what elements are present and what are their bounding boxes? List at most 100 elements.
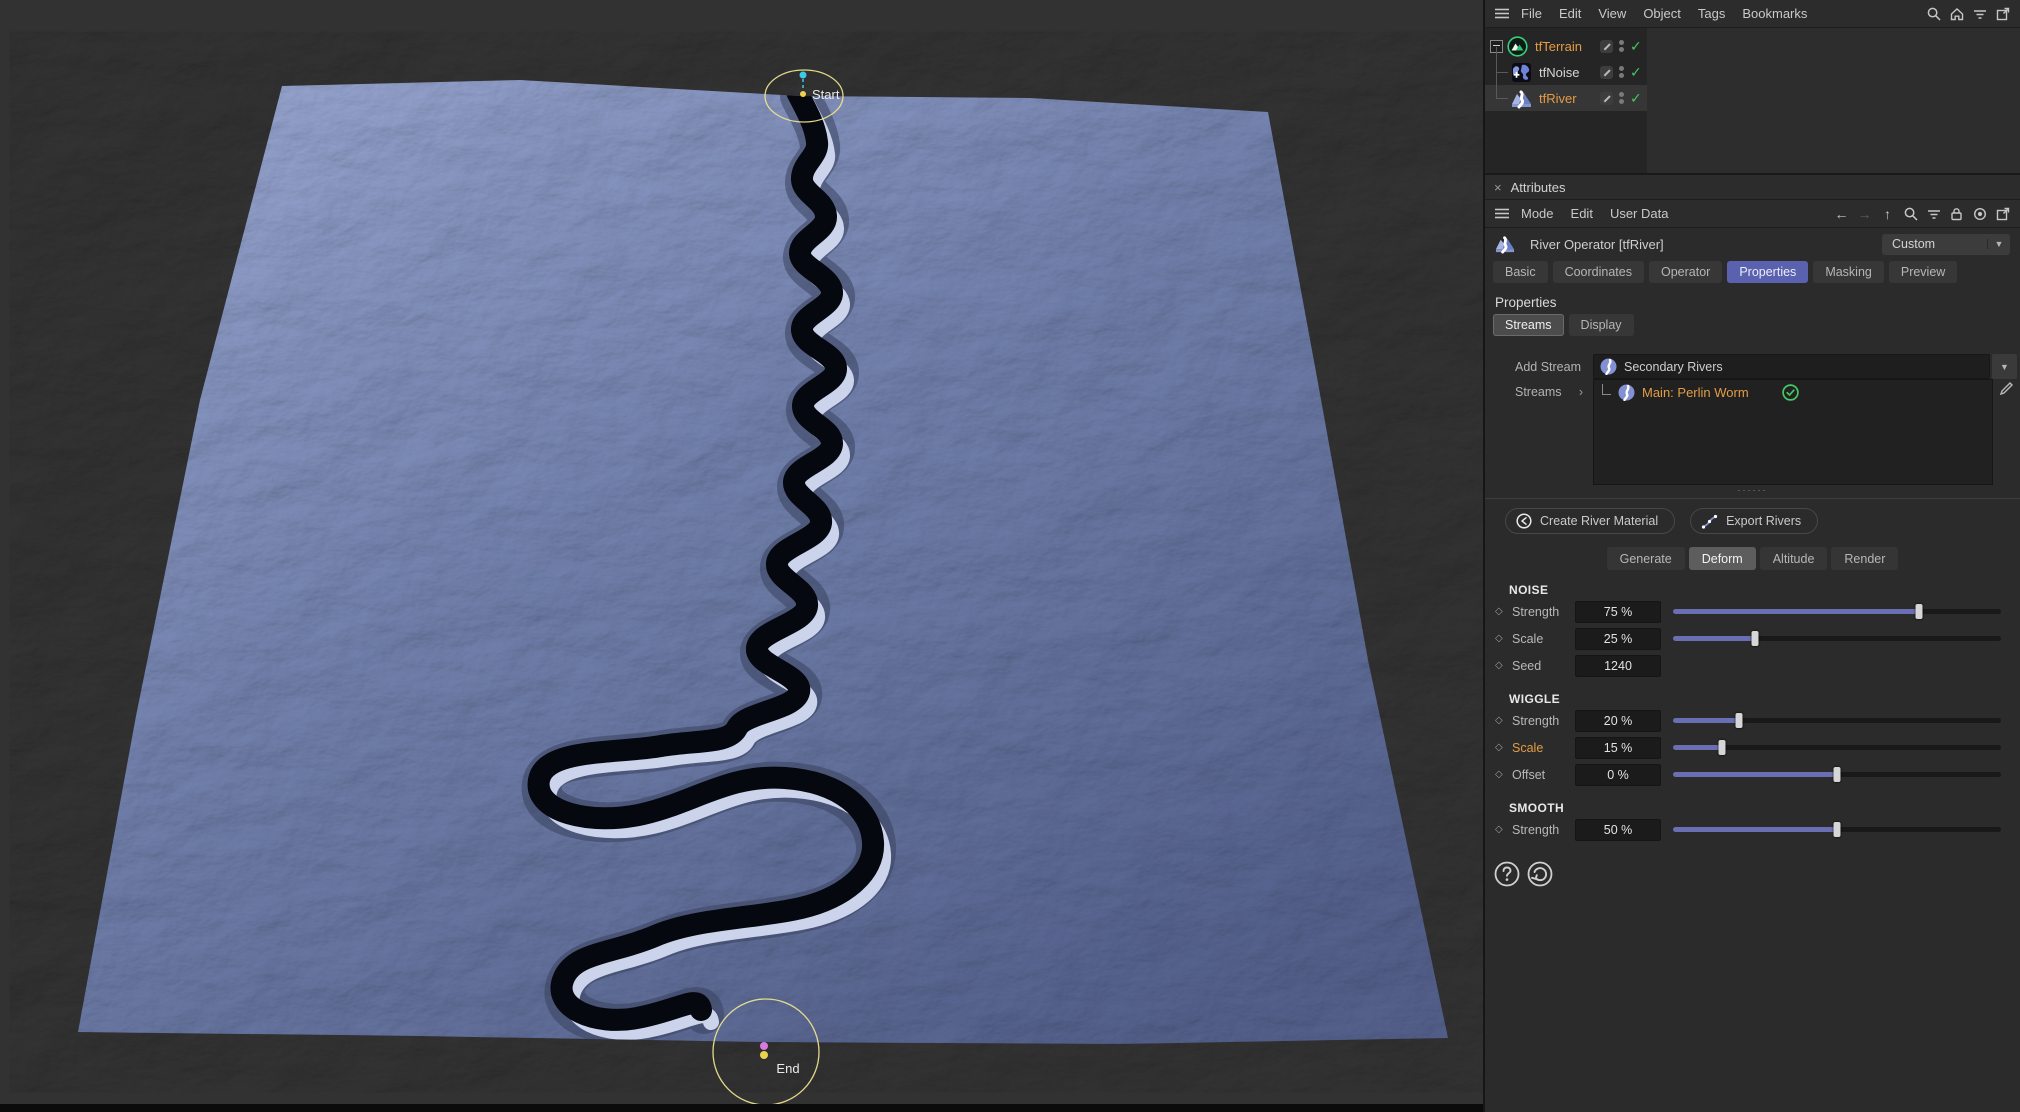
add-stream-row: Add Stream Secondary Rivers ▼: [1485, 354, 2020, 379]
menu-item[interactable]: File: [1521, 6, 1542, 21]
3d-viewport[interactable]: Start End: [0, 0, 1483, 1112]
object-name[interactable]: tfRiver: [1539, 91, 1577, 106]
parameter-value-field[interactable]: 25 %: [1575, 628, 1661, 650]
object-name[interactable]: tfNoise: [1539, 65, 1579, 80]
pick-pen-icon[interactable]: [1999, 381, 2014, 399]
target-icon[interactable]: [1972, 206, 1987, 221]
enabled-check-icon[interactable]: ✓: [1630, 39, 1642, 53]
edit-toggle-icon[interactable]: [1600, 66, 1613, 79]
parameter-value-field[interactable]: 20 %: [1575, 710, 1661, 732]
parameter-slider[interactable]: [1673, 740, 2001, 756]
keyframe-diamond-icon[interactable]: ◇: [1495, 606, 1512, 617]
slider-handle[interactable]: [1719, 740, 1726, 755]
menu-item[interactable]: Edit: [1559, 6, 1581, 21]
mode-tab[interactable]: Altitude: [1760, 547, 1828, 570]
home-icon[interactable]: [1949, 6, 1964, 21]
parameter-value-field[interactable]: 15 %: [1575, 737, 1661, 759]
menu-item[interactable]: Edit: [1571, 206, 1593, 221]
slider-handle[interactable]: [1735, 713, 1742, 728]
help-icon[interactable]: [1493, 860, 1521, 888]
edit-toggle-icon[interactable]: [1600, 40, 1613, 53]
hamburger-menu-icon[interactable]: [1495, 208, 1509, 219]
object-row[interactable]: tfNoise ✓: [1485, 59, 2020, 85]
chevron-down-icon[interactable]: ▼: [1992, 354, 2017, 379]
object-manager-menu: File Edit View Object Tags Bookmarks: [1521, 6, 1824, 21]
mode-tab[interactable]: Render: [1831, 547, 1898, 570]
attribute-tab[interactable]: Operator: [1649, 261, 1722, 283]
attribute-tab[interactable]: Preview: [1889, 261, 1957, 283]
add-stream-dropdown[interactable]: Secondary Rivers: [1593, 354, 1990, 379]
menu-item[interactable]: Tags: [1698, 6, 1725, 21]
object-name[interactable]: tfTerrain: [1535, 39, 1582, 54]
subtab[interactable]: Display: [1569, 314, 1634, 336]
parameter-slider[interactable]: [1673, 713, 2001, 729]
keyframe-diamond-icon[interactable]: ◇: [1495, 715, 1512, 726]
panel-splitter-handle[interactable]: ······: [1485, 485, 2020, 499]
visibility-dots-icon[interactable]: [1619, 66, 1624, 78]
parameter-slider[interactable]: [1673, 604, 2001, 620]
parameter-value-field[interactable]: 50 %: [1575, 819, 1661, 841]
stream-item-name: Main: Perlin Worm: [1642, 385, 1749, 400]
parameter-slider[interactable]: [1673, 631, 2001, 647]
attributes-title: Attributes: [1511, 180, 1566, 195]
subtab[interactable]: Streams: [1493, 314, 1564, 336]
filter-icon[interactable]: [1972, 6, 1987, 21]
edit-toggle-icon[interactable]: [1600, 92, 1613, 105]
object-manager-icons: [1926, 6, 2010, 21]
parameter-label: Scale: [1512, 632, 1575, 646]
new-window-icon[interactable]: [1995, 206, 2010, 221]
slider-handle[interactable]: [1834, 767, 1841, 782]
keyframe-diamond-icon[interactable]: ◇: [1495, 742, 1512, 753]
object-row[interactable]: tfTerrain ✓: [1485, 33, 2020, 59]
parameter-slider[interactable]: [1673, 822, 2001, 838]
attribute-tab[interactable]: Coordinates: [1553, 261, 1644, 283]
up-arrow-icon[interactable]: ↑: [1880, 206, 1895, 221]
keyframe-diamond-icon[interactable]: ◇: [1495, 769, 1512, 780]
slider-handle[interactable]: [1834, 822, 1841, 837]
attribute-tab[interactable]: Masking: [1813, 261, 1884, 283]
preset-dropdown[interactable]: Custom ▼: [1882, 234, 2010, 255]
visibility-dots-icon[interactable]: [1619, 92, 1624, 104]
object-row[interactable]: tfRiver ✓: [1485, 85, 2020, 111]
reset-icon[interactable]: [1526, 860, 1554, 888]
slider-handle[interactable]: [1916, 604, 1923, 619]
keyframe-diamond-icon[interactable]: ◇: [1495, 633, 1512, 644]
group-heading-smooth: SMOOTH: [1485, 788, 2020, 816]
parameter-slider[interactable]: [1673, 767, 2001, 783]
back-arrow-icon[interactable]: ←: [1834, 206, 1849, 221]
streams-list[interactable]: Main: Perlin Worm: [1593, 379, 1993, 485]
menu-item[interactable]: Object: [1643, 6, 1681, 21]
search-icon[interactable]: [1926, 6, 1941, 21]
keyframe-diamond-icon[interactable]: ◇: [1495, 824, 1512, 835]
object-manager-menubar: File Edit View Object Tags Bookmarks: [1485, 0, 2020, 28]
slider-handle[interactable]: [1752, 631, 1759, 646]
menu-item[interactable]: Bookmarks: [1742, 6, 1807, 21]
parameter-value-field[interactable]: 75 %: [1575, 601, 1661, 623]
parameter-row: ◇ Strength 50 %: [1485, 816, 2020, 843]
action-button[interactable]: Create River Material: [1505, 508, 1675, 534]
hamburger-menu-icon[interactable]: [1495, 8, 1509, 19]
stream-list-item[interactable]: Main: Perlin Worm: [1594, 380, 1992, 401]
menu-item[interactable]: View: [1598, 6, 1626, 21]
mode-tab[interactable]: Deform: [1689, 547, 1756, 570]
close-icon[interactable]: ×: [1494, 181, 1502, 194]
enabled-check-icon[interactable]: ✓: [1630, 91, 1642, 105]
enabled-check-icon[interactable]: ✓: [1630, 65, 1642, 79]
action-button[interactable]: Export Rivers: [1690, 508, 1818, 534]
lock-icon[interactable]: [1949, 206, 1964, 221]
parameter-value-field[interactable]: 1240: [1575, 655, 1661, 677]
menu-item[interactable]: Mode: [1521, 206, 1554, 221]
attribute-tab[interactable]: Properties: [1727, 261, 1808, 283]
search-icon[interactable]: [1903, 206, 1918, 221]
stream-enabled-check-icon[interactable]: [1782, 384, 1799, 401]
keyframe-diamond-icon[interactable]: ◇: [1495, 660, 1512, 671]
new-window-icon[interactable]: [1995, 6, 2010, 21]
parameter-value-field[interactable]: 0 %: [1575, 764, 1661, 786]
filter-icon[interactable]: [1926, 206, 1941, 221]
menu-item[interactable]: User Data: [1610, 206, 1669, 221]
mode-tab[interactable]: Generate: [1607, 547, 1685, 570]
visibility-dots-icon[interactable]: [1619, 40, 1624, 52]
forward-arrow-icon[interactable]: →: [1857, 206, 1872, 221]
chevron-right-icon[interactable]: ›: [1579, 385, 1583, 399]
attribute-tab[interactable]: Basic: [1493, 261, 1548, 283]
